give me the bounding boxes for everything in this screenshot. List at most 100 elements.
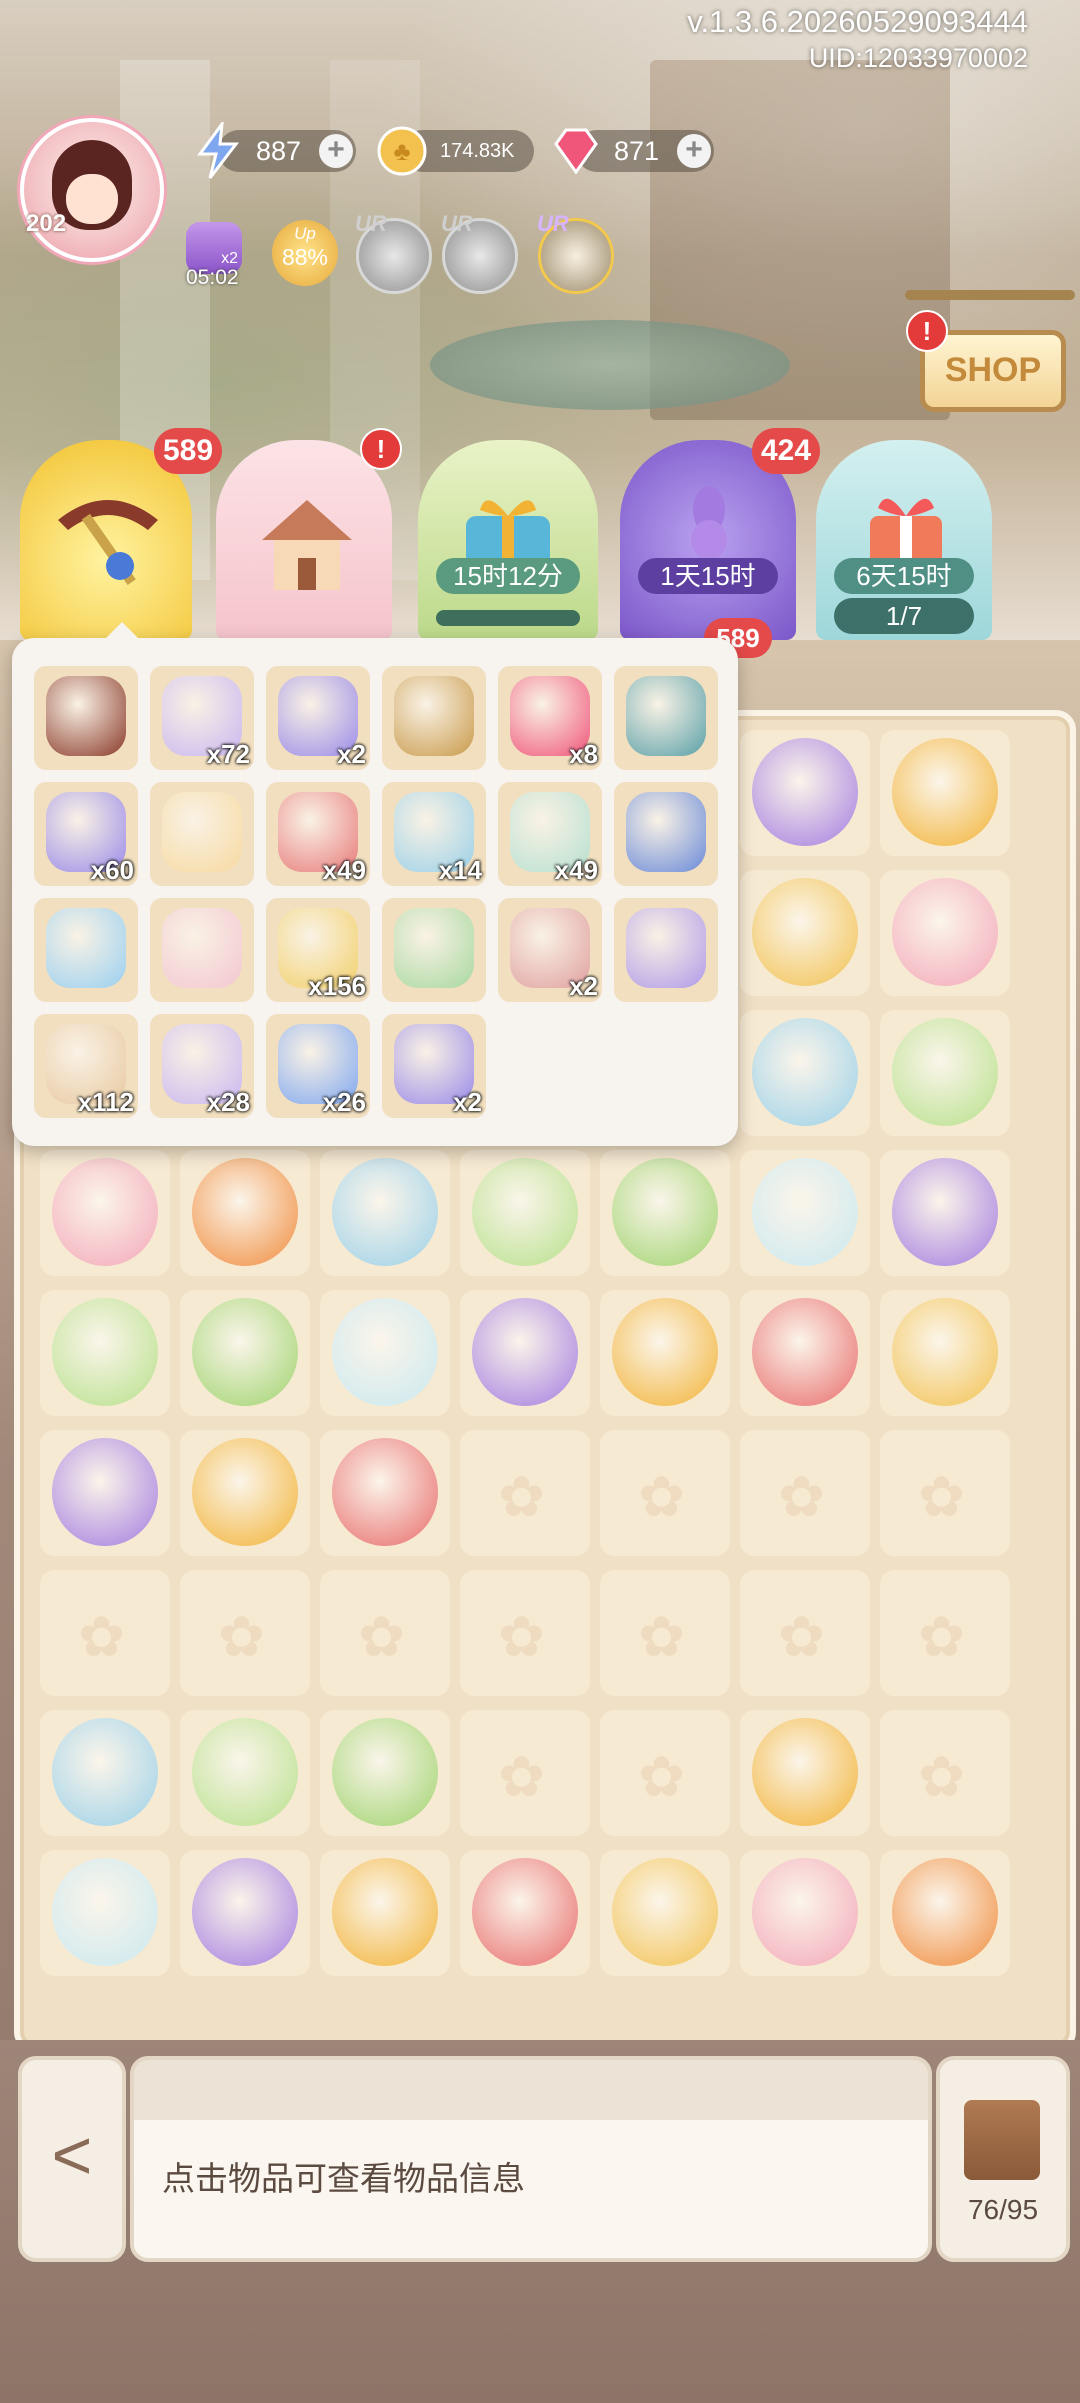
event-card-house[interactable] [216,440,392,640]
popup-item-paper-bag[interactable] [382,666,486,770]
popup-item-puzzle-purple[interactable]: x2 [382,1014,486,1118]
popup-item-money-bag[interactable] [614,666,718,770]
board-cell[interactable]: ✿ [880,1710,1010,1836]
popup-item-puzzle-purple[interactable]: x2 [266,666,370,770]
board-cell[interactable] [880,1150,1010,1276]
popup-item-gift-box-book[interactable] [614,782,718,886]
board-cell[interactable]: ✿ [460,1710,590,1836]
popup-item-energy[interactable]: x26 [266,1014,370,1118]
board-cell[interactable] [180,1290,310,1416]
popup-item-gift-box-toys[interactable]: x14 [382,782,486,886]
ur-character-slot[interactable]: UR [441,211,518,294]
board-cell[interactable] [180,1150,310,1276]
board-cell[interactable]: ✿ [460,1430,590,1556]
board-cell[interactable] [880,870,1010,996]
board-cell[interactable]: ✿ [880,1570,1010,1696]
event-card-gift[interactable]: 6天15时 1/7 [816,440,992,640]
event-card-giftbox[interactable]: 15时12分 [418,440,598,640]
storage-count: 76/95 [967,2194,1039,2225]
board-cell[interactable] [40,1290,170,1416]
popup-item-cards[interactable]: x156 [266,898,370,1002]
pickaxe-icon [46,676,126,756]
board-cell[interactable] [320,1850,450,1976]
popup-item-pet-carrier[interactable] [382,898,486,1002]
board-cell[interactable]: ✿ [740,1570,870,1696]
empty-cell-clover-icon: ✿ [498,1465,545,1528]
board-cell[interactable] [40,1150,170,1276]
board-cell[interactable] [460,1150,590,1276]
empty-cell-clover-icon: ✿ [638,1605,685,1668]
board-cell[interactable] [880,1850,1010,1976]
board-cell[interactable] [320,1710,450,1836]
board-cell[interactable] [880,730,1010,856]
popup-item-pickaxe[interactable] [34,666,138,770]
board-cell[interactable]: ✿ [320,1570,450,1696]
popup-item-shell[interactable]: x28 [150,1014,254,1118]
board-cell[interactable] [600,1850,730,1976]
board-cell[interactable]: ✿ [600,1710,730,1836]
board-cell[interactable] [740,870,870,996]
board-cell[interactable] [740,1150,870,1276]
item-quantity: x26 [322,1087,366,1117]
popup-item-vanity[interactable]: x2 [498,898,602,1002]
merge-item [752,1158,858,1266]
popup-item-shell[interactable]: x72 [150,666,254,770]
board-cell[interactable] [880,1010,1010,1136]
board-cell[interactable]: ✿ [460,1570,590,1696]
board-cell[interactable] [40,1850,170,1976]
add-energy-button[interactable]: + [319,134,353,168]
board-cell[interactable] [600,1150,730,1276]
merge-item [752,1018,858,1126]
board-cell[interactable]: ✿ [740,1430,870,1556]
item-quantity: x14 [438,855,482,885]
board-cell[interactable] [320,1430,450,1556]
merge-item [752,738,858,846]
board-cell[interactable] [180,1710,310,1836]
version-info: v.1.3.6.20260529093444 UID:12033970002 [687,4,1028,76]
popup-item-puzzle-piece[interactable] [614,898,718,1002]
ur-character-slot[interactable]: UR [537,211,614,294]
board-cell[interactable] [740,1850,870,1976]
board-cell[interactable] [740,1710,870,1836]
popup-item-gift-box-crystal[interactable]: x49 [498,782,602,886]
player-avatar[interactable]: 202 [20,118,164,262]
popup-item-bunny-mirror[interactable] [150,898,254,1002]
board-cell[interactable] [600,1290,730,1416]
board-cell[interactable]: ✿ [880,1430,1010,1556]
board-cell[interactable]: ✿ [600,1570,730,1696]
board-cell[interactable] [460,1290,590,1416]
board-cell[interactable] [740,730,870,856]
item-quantity: x2 [453,1087,482,1117]
storage-button[interactable]: 76/95 [936,2056,1070,2262]
box-icon [964,2100,1040,2180]
popup-item-gift-box-rose[interactable]: x49 [266,782,370,886]
empty-cell-clover-icon: ✿ [638,1745,685,1808]
merge-item [192,1158,298,1266]
popup-item-lotion[interactable] [34,898,138,1002]
board-cell[interactable] [320,1290,450,1416]
gem-counter[interactable]: 871 + [554,128,714,175]
back-button[interactable]: < [18,2056,126,2262]
board-cell[interactable] [320,1150,450,1276]
board-cell[interactable]: ✿ [40,1570,170,1696]
board-cell[interactable] [180,1850,310,1976]
board-cell[interactable] [880,1290,1010,1416]
board-cell[interactable] [40,1710,170,1836]
add-gem-button[interactable]: + [677,134,711,168]
popup-item-perfume-card[interactable]: x112 [34,1014,138,1118]
board-cell[interactable] [460,1850,590,1976]
popup-item-gem[interactable]: x8 [498,666,602,770]
popup-item-puzzle-purple[interactable]: x60 [34,782,138,886]
merge-item [52,1718,158,1826]
ur-character-slot[interactable]: UR [355,211,432,294]
popup-item-gift-box-flower[interactable] [150,782,254,886]
energy-counter[interactable]: 887 + [197,122,356,179]
board-cell[interactable] [740,1290,870,1416]
board-cell[interactable] [180,1430,310,1556]
up-rate-badge[interactable]: Up 88% [272,220,338,286]
merge-item [192,1718,298,1826]
board-cell[interactable] [740,1010,870,1136]
board-cell[interactable] [40,1430,170,1556]
board-cell[interactable]: ✿ [600,1430,730,1556]
board-cell[interactable]: ✿ [180,1570,310,1696]
